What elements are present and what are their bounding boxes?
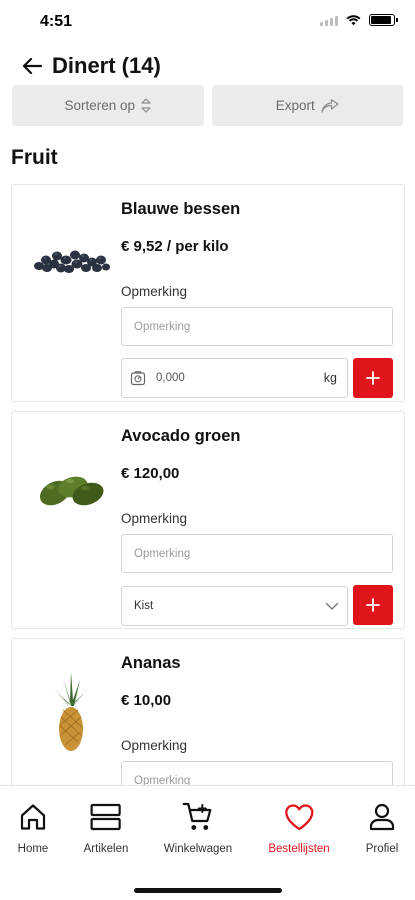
nav-item-order-lists[interactable]: Bestellijsten	[268, 800, 330, 855]
nav-item-profile[interactable]: Profiel	[365, 800, 399, 855]
unit-select[interactable]: Kist	[121, 586, 348, 626]
product-price: € 9,52 / per kilo	[121, 238, 229, 255]
arrow-left-icon	[22, 57, 42, 75]
product-name: Avocado groen	[121, 427, 241, 445]
nav-item-home[interactable]: Home	[16, 800, 50, 855]
nav-item-cart[interactable]: Winkelwagen	[164, 800, 232, 855]
sort-button-label: Sorteren op	[64, 98, 136, 113]
status-bar: 4:51	[0, 0, 415, 44]
product-card: Blauwe bessen € 9,52 / per kilo Opmerkin…	[11, 184, 405, 402]
header: Dinert (14)	[0, 48, 415, 84]
articles-icon	[90, 803, 122, 831]
plus-icon	[366, 598, 380, 612]
product-name: Blauwe bessen	[121, 200, 241, 218]
product-card: Ananas € 10,00 Opmerking	[11, 638, 405, 785]
product-card: Avocado groen € 120,00 Opmerking Kist	[11, 411, 405, 629]
page-title: Dinert (14)	[52, 53, 161, 78]
quantity-field[interactable]: 0,000 kg	[121, 358, 348, 398]
note-input[interactable]	[121, 307, 393, 346]
product-list[interactable]: Blauwe bessen € 9,52 / per kilo Opmerkin…	[0, 184, 415, 785]
home-icon	[20, 804, 46, 830]
status-time: 4:51	[40, 13, 73, 30]
scale-icon	[130, 371, 146, 386]
note-label: Opmerking	[121, 738, 188, 753]
export-button[interactable]: Export	[211, 85, 403, 126]
quantity-value: 0,000	[156, 372, 185, 384]
nav-label: Profiel	[365, 843, 399, 855]
product-price: € 10,00	[121, 692, 172, 709]
battery-icon	[369, 14, 398, 26]
heart-icon	[284, 804, 314, 831]
note-label: Opmerking	[121, 284, 188, 299]
add-to-cart-button[interactable]	[353, 358, 393, 398]
section-title: Fruit	[11, 146, 58, 169]
back-button[interactable]	[18, 52, 46, 80]
nav-label: Winkelwagen	[163, 843, 233, 855]
unit-select-value: Kist	[134, 600, 154, 612]
cart-icon	[182, 802, 212, 830]
nav-label: Bestellijsten	[268, 843, 330, 855]
plus-icon	[366, 371, 380, 385]
product-price: € 120,00	[121, 465, 180, 482]
sort-icon	[141, 98, 151, 113]
toolbar: Sorteren op Export	[12, 85, 403, 126]
blueberries-image	[26, 225, 116, 295]
product-name: Ananas	[121, 654, 181, 672]
profile-icon	[369, 803, 395, 831]
nav-label: Artikelen	[83, 843, 129, 855]
home-indicator[interactable]	[134, 888, 282, 893]
avocado-image	[26, 452, 116, 522]
note-input[interactable]	[121, 761, 393, 785]
status-icons	[320, 14, 398, 26]
pineapple-image	[26, 671, 116, 755]
add-to-cart-button[interactable]	[353, 585, 393, 625]
bottom-nav: Home Artikelen Winkelwagen Bestellijsten…	[0, 785, 415, 900]
sort-button[interactable]: Sorteren op	[12, 85, 204, 126]
quantity-unit: kg	[323, 371, 337, 385]
wifi-icon	[346, 15, 361, 26]
cellular-signal-icon	[320, 14, 338, 26]
chevron-down-icon	[325, 602, 339, 610]
nav-item-articles[interactable]: Artikelen	[83, 800, 129, 855]
nav-label: Home	[17, 843, 49, 855]
note-input[interactable]	[121, 534, 393, 573]
share-icon	[321, 98, 339, 113]
export-button-label: Export	[275, 98, 315, 113]
note-label: Opmerking	[121, 511, 188, 526]
